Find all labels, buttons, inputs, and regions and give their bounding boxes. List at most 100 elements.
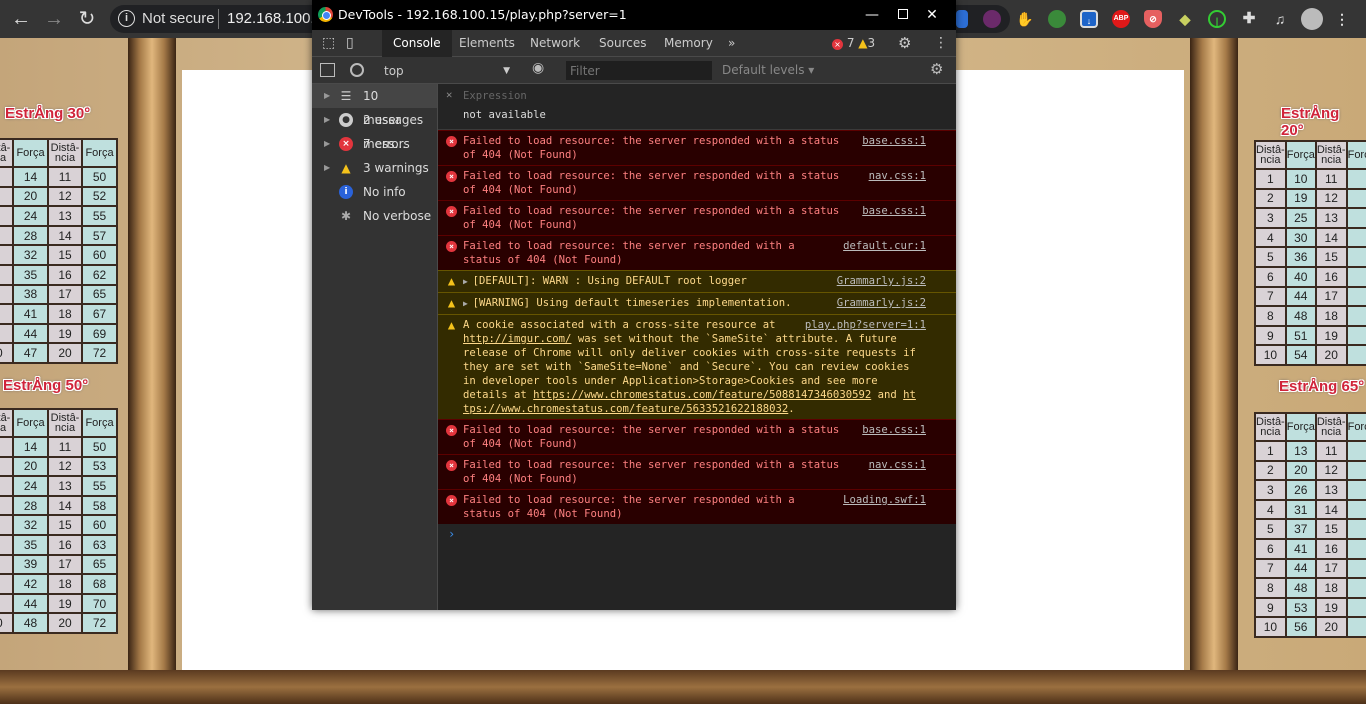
header-distancia: Distâ-ncia bbox=[1254, 412, 1287, 442]
table-cell: 58 bbox=[81, 494, 118, 517]
console-settings-icon[interactable]: ⚙ bbox=[930, 60, 943, 78]
expand-arrow-icon[interactable]: ▶ bbox=[463, 277, 473, 286]
console-prompt[interactable]: › bbox=[438, 524, 956, 544]
message-text: details at bbox=[463, 389, 534, 401]
extension-icon[interactable] bbox=[956, 10, 968, 28]
settings-gear-icon[interactable]: ⚙ bbox=[898, 30, 911, 57]
clear-console-icon[interactable] bbox=[350, 63, 364, 77]
table-cell: 65 bbox=[81, 283, 118, 306]
table-cell: 31 bbox=[1284, 498, 1317, 521]
header-forca: Força bbox=[1284, 412, 1317, 442]
message-text: Failed to load resource: the server resp… bbox=[463, 459, 840, 471]
source-link[interactable]: base.css:1 bbox=[862, 204, 926, 218]
tab-console[interactable]: Console bbox=[382, 30, 452, 57]
more-tabs-button[interactable]: » bbox=[717, 30, 746, 57]
menu-icon[interactable]: ⋮ bbox=[1333, 10, 1351, 28]
message-link[interactable]: https://www.chromestatus.com/feature/508… bbox=[533, 389, 871, 401]
window-title: DevTools - 192.168.100.15/play.php?serve… bbox=[338, 7, 627, 22]
device-toolbar-icon[interactable]: ▯ bbox=[342, 30, 358, 57]
table-cell: 20 bbox=[47, 612, 83, 634]
url-text[interactable]: 192.168.100.1 bbox=[227, 10, 323, 27]
maximize-button[interactable] bbox=[874, 4, 908, 26]
close-icon[interactable]: ✕ bbox=[446, 89, 452, 101]
puzzle-icon[interactable]: ✚ bbox=[1240, 10, 1258, 28]
tab-memory[interactable]: Memory bbox=[653, 30, 724, 57]
table-row: 1 10 11 bbox=[1254, 168, 1366, 190]
table-row: 2 19 12 bbox=[1254, 187, 1366, 210]
sidebar-item[interactable]: ▶ ☰ 10 messages bbox=[312, 84, 437, 127]
expand-arrow-icon[interactable]: ▶ bbox=[463, 299, 473, 308]
close-button[interactable]: ✕ bbox=[920, 4, 944, 26]
source-link[interactable]: Loading.swf:1 bbox=[843, 493, 926, 507]
expand-arrow-icon[interactable]: ▶ bbox=[324, 132, 330, 156]
back-button[interactable]: ← bbox=[8, 6, 34, 32]
source-link[interactable]: base.css:1 bbox=[862, 134, 926, 148]
message-link[interactable]: tps://www.chromestatus.com/feature/56335… bbox=[463, 403, 788, 415]
error-icon: × bbox=[446, 495, 457, 506]
adblock-icon[interactable]: ABP bbox=[1112, 10, 1130, 28]
table-cell bbox=[1345, 344, 1366, 366]
sidebar-item[interactable]: ▶ ▲ 3 warnings bbox=[312, 156, 437, 180]
table-cell: 14 bbox=[1314, 498, 1348, 521]
sidebar-item[interactable]: i No info bbox=[312, 180, 437, 204]
sidebar-item[interactable]: ▶ × 7 errors bbox=[312, 132, 437, 156]
table-cell: 56 bbox=[1284, 616, 1317, 638]
inspect-icon[interactable]: ⬚ bbox=[318, 30, 339, 57]
message-link[interactable]: ht bbox=[903, 389, 916, 401]
extension-icon[interactable] bbox=[1048, 10, 1066, 28]
extension-icon[interactable] bbox=[983, 10, 1001, 28]
expand-arrow-icon[interactable]: ▶ bbox=[324, 84, 330, 108]
log-levels-select[interactable]: Default levels ▾ bbox=[722, 63, 814, 77]
forward-button[interactable]: → bbox=[41, 6, 67, 32]
tab-sources[interactable]: Sources bbox=[588, 30, 657, 57]
message-line: they are set with `SameSite=None` and `S… bbox=[463, 360, 926, 374]
table-cell: 72 bbox=[81, 612, 118, 634]
table-cell: 8 bbox=[1254, 305, 1287, 327]
source-link[interactable]: Grammarly.js:2 bbox=[837, 296, 926, 310]
table-header-row: Distâ-nciaForçaDistâ-nciaForça bbox=[1254, 140, 1366, 170]
tab-network[interactable]: Network bbox=[519, 30, 591, 57]
expression-input[interactable]: Expression bbox=[463, 90, 527, 102]
source-link[interactable]: nav.css:1 bbox=[869, 169, 926, 183]
more-options-icon[interactable]: ⋮ bbox=[934, 30, 948, 57]
table-cell: 44 bbox=[12, 592, 49, 615]
sidebar-item[interactable]: ▶ ● 2 user mess... bbox=[312, 108, 437, 151]
source-link[interactable]: play.php?server=1:1 bbox=[805, 318, 926, 332]
message-link[interactable]: http://imgur.com/ bbox=[463, 333, 571, 345]
error-icon: × bbox=[446, 241, 457, 252]
tab-elements[interactable]: Elements bbox=[448, 30, 526, 57]
sidebar-toggle-icon[interactable] bbox=[320, 63, 335, 77]
bug-icon: ✱ bbox=[340, 209, 352, 223]
table-row: 8421868 bbox=[0, 573, 118, 595]
table-row: 9 51 19 bbox=[1254, 324, 1366, 347]
error-count[interactable]: × 7 ▲3 bbox=[832, 30, 875, 57]
table-cell: 26 bbox=[1284, 479, 1317, 501]
filter-input[interactable] bbox=[566, 61, 712, 80]
context-select[interactable]: top ▼ bbox=[376, 62, 516, 80]
extension-icon[interactable]: ◆ bbox=[1176, 10, 1194, 28]
expand-arrow-icon[interactable]: ▶ bbox=[324, 108, 330, 132]
message-line: Failed to load resource: the server resp… bbox=[463, 458, 926, 472]
shield-extension-icon[interactable]: ⊘ bbox=[1144, 10, 1162, 28]
message-text: A cookie associated with a cross-site re… bbox=[463, 319, 776, 331]
table-row: 3 26 13 bbox=[1254, 479, 1366, 501]
source-link[interactable]: Grammarly.js:2 bbox=[837, 274, 926, 288]
extension-icon[interactable]: ✋ bbox=[1016, 10, 1034, 28]
media-icon[interactable]: ♫ bbox=[1271, 10, 1289, 28]
expand-arrow-icon[interactable]: ▶ bbox=[324, 156, 330, 180]
header-distancia: Distâ-ncia bbox=[1314, 140, 1348, 170]
warning-icon: ▲ bbox=[858, 36, 868, 50]
eye-icon[interactable]: ◉ bbox=[532, 60, 544, 76]
sidebar-item[interactable]: ✱ No verbose bbox=[312, 204, 437, 228]
extension-icon[interactable]: | bbox=[1208, 10, 1226, 28]
download-extension-icon[interactable]: ↓ bbox=[1080, 10, 1098, 28]
source-link[interactable]: base.css:1 bbox=[862, 423, 926, 437]
table-cell: 17 bbox=[1314, 285, 1348, 308]
source-link[interactable]: nav.css:1 bbox=[869, 458, 926, 472]
info-icon[interactable]: i bbox=[118, 10, 135, 27]
avatar[interactable] bbox=[1301, 8, 1323, 30]
table-row: 7391765 bbox=[0, 553, 118, 576]
table-cell: 11 bbox=[1314, 440, 1348, 462]
reload-button[interactable]: ↻ bbox=[74, 6, 100, 32]
source-link[interactable]: default.cur:1 bbox=[843, 239, 926, 253]
